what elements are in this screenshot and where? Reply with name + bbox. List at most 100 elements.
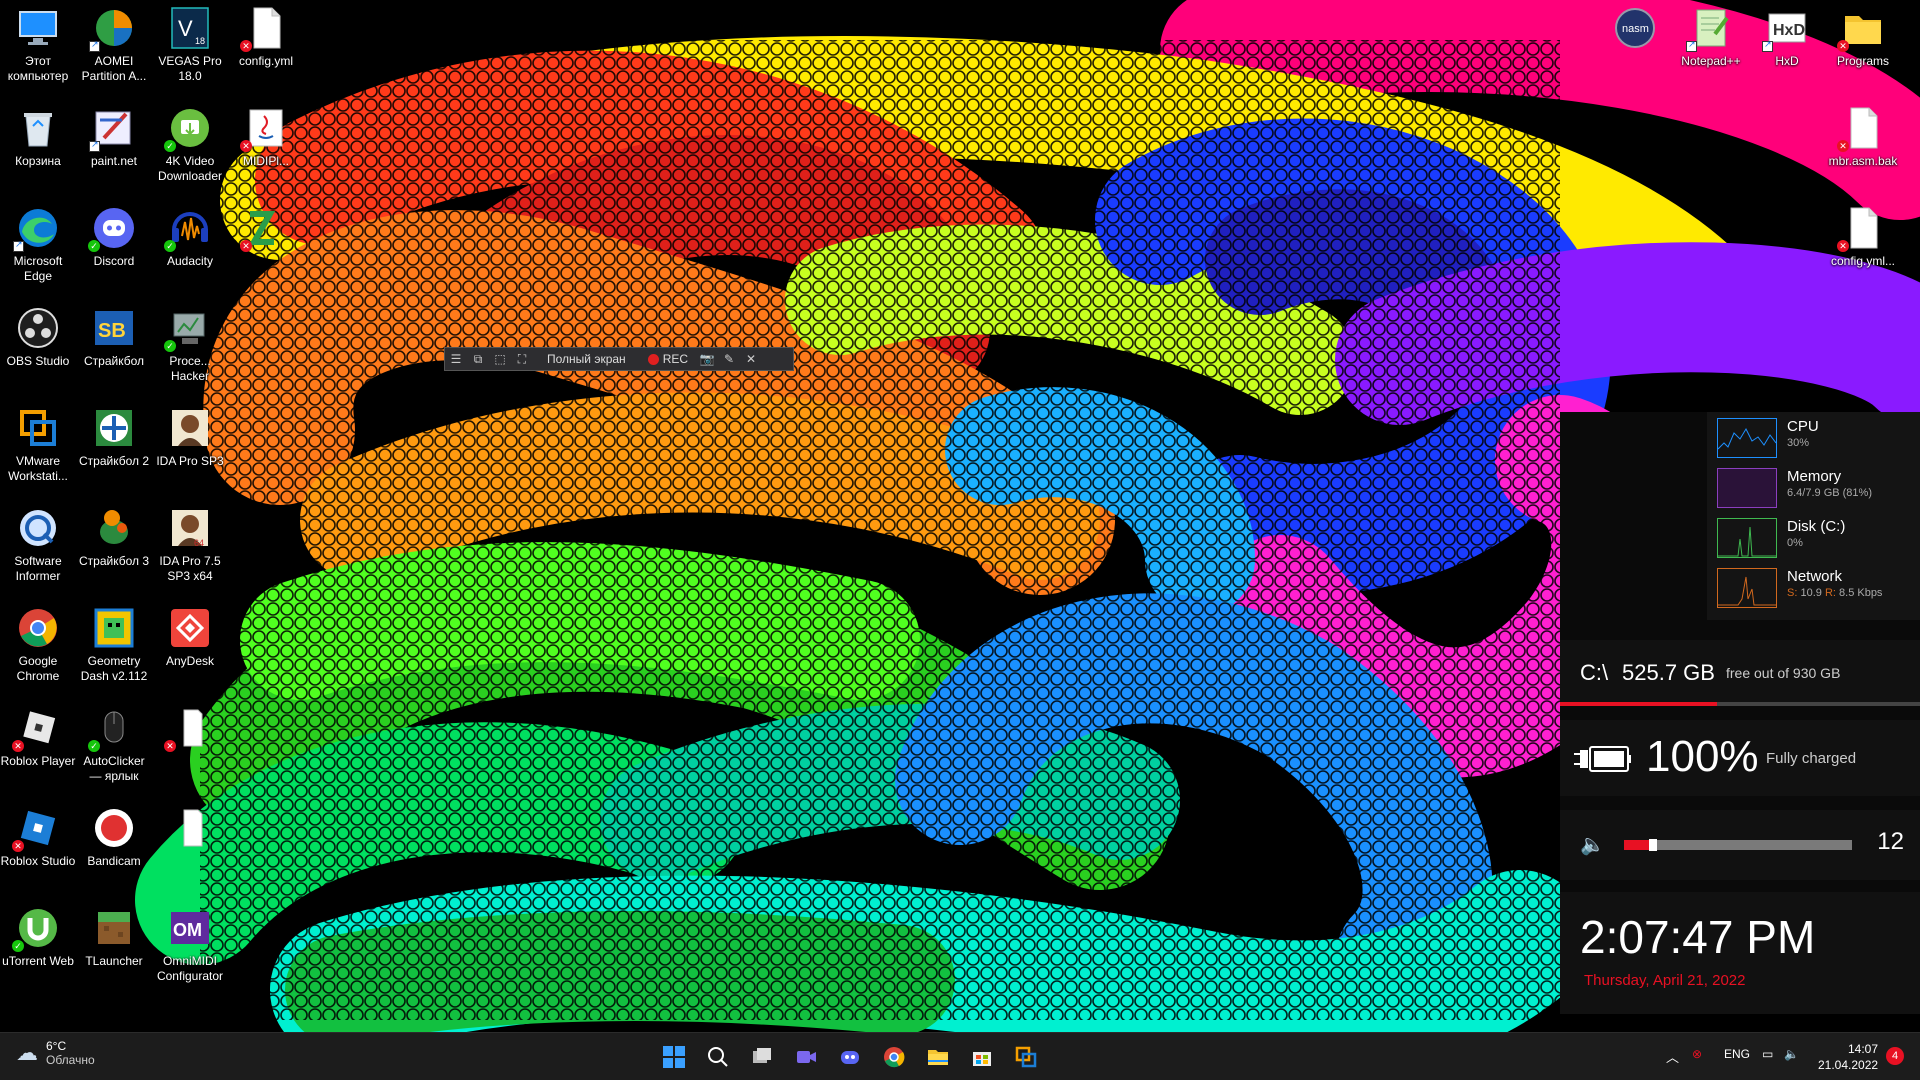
taskbar-chrome[interactable] — [878, 1041, 910, 1073]
error-badge-icon: ✕ — [1837, 240, 1849, 252]
crop-icon[interactable]: ⛶ — [511, 348, 533, 370]
desktop-icon-label: Software Informer — [14, 554, 62, 583]
desktop-icon-obs[interactable]: OBS Studio — [0, 300, 76, 369]
desktop-icon-bandicam[interactable]: Bandicam — [76, 800, 152, 869]
volume-icon[interactable]: 🔈 — [1784, 1047, 1799, 1061]
desktop-icon-tlauncher[interactable]: TLauncher — [76, 900, 152, 969]
disk-value: 0% — [1787, 537, 1803, 549]
desktop-icon-label: OmniMIDI Configurator — [156, 954, 224, 983]
desktop-icon-vmware[interactable]: VMware Workstati... — [0, 400, 76, 484]
desktop-icon-partial-gl[interactable] — [152, 800, 228, 854]
close-icon[interactable]: ✕ — [740, 348, 762, 370]
desktop-icon-software-informer[interactable]: Software Informer — [0, 500, 76, 584]
desktop-icon-label: Roblox Player — [0, 754, 76, 768]
capture-mode-label[interactable]: Полный экран — [533, 352, 640, 366]
desktop-icon-this-pc[interactable]: Этот компьютер — [0, 0, 76, 84]
desktop-icon-midiplayer[interactable]: ✕ MIDIPl... — [228, 100, 304, 169]
network-icon[interactable]: ▭ — [1762, 1047, 1773, 1061]
desktop-icon-audacity[interactable]: ✓ Audacity — [152, 200, 228, 269]
roblox-icon: ✕ — [12, 706, 60, 752]
file-icon: ✕ — [164, 706, 212, 752]
svg-text:18: 18 — [195, 36, 205, 46]
anydesk-icon — [168, 606, 212, 650]
desktop-icon-process-hacker[interactable]: ✓ Proce... Hacker — [152, 300, 228, 384]
start-button[interactable] — [658, 1041, 690, 1073]
desktop-icon-chrome[interactable]: Google Chrome — [0, 600, 76, 684]
memory-title: Memory — [1787, 468, 1842, 485]
desktop-icon-strikeball[interactable]: SB Страйкбол — [76, 300, 152, 369]
pencil-icon[interactable]: ✎ — [718, 348, 740, 370]
omnimidi-icon: OM — [168, 906, 212, 950]
mouse-icon: ✓ — [88, 706, 136, 752]
desktop-icon-ida-pro[interactable]: IDA Pro SP3 — [152, 400, 228, 469]
desktop-icon-notepad-plus-plus[interactable]: Notepad++ — [1673, 0, 1749, 69]
file-icon: ✕ — [240, 6, 288, 52]
desktop-icon-ida-pro-x64[interactable]: 64 IDA Pro 7.5 SP3 x64 — [152, 500, 228, 584]
desktop-icon-geometry-dash[interactable]: Geometry Dash v2.112 — [76, 600, 152, 684]
desktop-icon-4k-video-downloader[interactable]: ✓ 4K Video Downloader — [152, 100, 228, 184]
drive-space-panel: C:\ 525.7 GB free out of 930 GB — [1560, 640, 1920, 706]
taskbar-vmware[interactable] — [1010, 1041, 1042, 1073]
notification-badge[interactable]: 4 — [1886, 1047, 1904, 1065]
task-view-button[interactable] — [746, 1041, 778, 1073]
taskbar-discord[interactable] — [834, 1041, 866, 1073]
desktop-icon-edge[interactable]: Microsoft Edge — [0, 200, 76, 284]
desktop-icon-autoclicker[interactable]: ✓ AutoClicker — ярлык — [76, 700, 152, 784]
desktop-icon-mbr-asm-bak[interactable]: ✕ mbr.asm.bak — [1825, 100, 1901, 169]
window-mode-icon[interactable]: ⧉ — [467, 348, 489, 370]
volume-slider[interactable] — [1624, 839, 1852, 851]
desktop-icon-nasm[interactable]: nasm — [1597, 0, 1673, 54]
desktop-icon-config-yml[interactable]: ✕ config.yml — [228, 0, 304, 69]
camera-icon[interactable]: 📷 — [696, 348, 718, 370]
desktop-icon-anydesk[interactable]: AnyDesk — [152, 600, 228, 669]
language-indicator[interactable]: ENG — [1724, 1047, 1750, 1061]
taskbar-clock[interactable]: 14:07 21.04.2022 — [1818, 1041, 1878, 1073]
desktop-icon-roblox-player[interactable]: ✕ Roblox Player — [0, 700, 76, 769]
process-hacker-icon: ✓ — [164, 306, 212, 352]
desktop-icon-recycle-bin[interactable]: Корзина — [0, 100, 76, 169]
weather-widget[interactable]: ☁ 6°C Облачно — [16, 1039, 95, 1067]
desktop-icon-strikeball-3[interactable]: Страйкбол 3 — [76, 500, 152, 569]
error-badge-icon: ✕ — [12, 740, 24, 752]
chrome-icon — [16, 606, 60, 650]
search-button[interactable] — [702, 1041, 734, 1073]
desktop-icon-omnimidi[interactable]: OM OmniMIDI Configurator — [152, 900, 228, 984]
vmware-icon — [16, 406, 60, 450]
desktop-icon-label: Bandicam — [87, 854, 141, 868]
desktop-icon-discord[interactable]: ✓ Discord — [76, 200, 152, 269]
shortcut-arrow-icon — [89, 39, 100, 52]
taskbar-store[interactable] — [966, 1041, 998, 1073]
security-alert-icon[interactable]: ⊗ — [1692, 1047, 1702, 1061]
taskbar: ☁ 6°C Облачно ︿ ⊗ ENG ▭ 🔈 14:07 21.04.20… — [0, 1032, 1920, 1080]
desktop-icon-label: Страйкбол — [83, 354, 144, 368]
svg-text:V: V — [178, 16, 193, 41]
region-select-icon[interactable]: ⬚ — [489, 348, 511, 370]
store-icon — [973, 1052, 991, 1066]
desktop-icon-utorrent-web[interactable]: ✓ uTorrent Web — [0, 900, 76, 969]
desktop-icon-partial-im[interactable]: ✕ — [152, 700, 228, 754]
desktop-icon-vegas[interactable]: V 18 VEGAS Pro 18.0 — [152, 0, 228, 84]
tray-overflow-chevron-icon[interactable]: ︿ — [1666, 1047, 1679, 1066]
desktop-icon-label: VEGAS Pro 18.0 — [158, 54, 222, 83]
strikeball-3-icon — [92, 506, 136, 550]
desktop-icon-label: Programs — [1836, 54, 1889, 68]
desktop-icon-programs[interactable]: ✕ Programs — [1825, 0, 1901, 69]
speaker-icon[interactable]: 🔈 — [1580, 832, 1605, 857]
rec-button[interactable]: REC — [640, 352, 696, 366]
desktop-icon-strikeball-2[interactable]: Страйкбол 2 — [76, 400, 152, 469]
volume-thumb[interactable] — [1649, 839, 1658, 851]
desktop-icon-aomei[interactable]: AOMEI Partition A... — [76, 0, 152, 84]
desktop-icon-label: MIDIPl... — [242, 154, 289, 168]
menu-icon[interactable]: ☰ — [445, 348, 467, 370]
teams-chat-button[interactable] — [790, 1041, 822, 1073]
desktop-icon-partial-z[interactable]: ✕ — [228, 200, 304, 254]
desktop-icon-label: Google Chrome — [16, 654, 60, 683]
memory-row: Memory 6.4/7.9 GB (81%) — [1717, 468, 1872, 512]
desktop-icon-roblox-studio[interactable]: ✕ Roblox Studio — [0, 800, 76, 869]
desktop-icon-paint-net[interactable]: paint.net — [76, 100, 152, 169]
desktop-icon-config-yml-copy[interactable]: ✕ config.yml... — [1825, 200, 1901, 269]
disk-graph — [1717, 518, 1777, 558]
desktop-icon-hxd[interactable]: HxD HxD — [1749, 0, 1825, 69]
taskbar-file-explorer[interactable] — [922, 1041, 954, 1073]
folder-icon: ✕ — [1837, 6, 1885, 52]
